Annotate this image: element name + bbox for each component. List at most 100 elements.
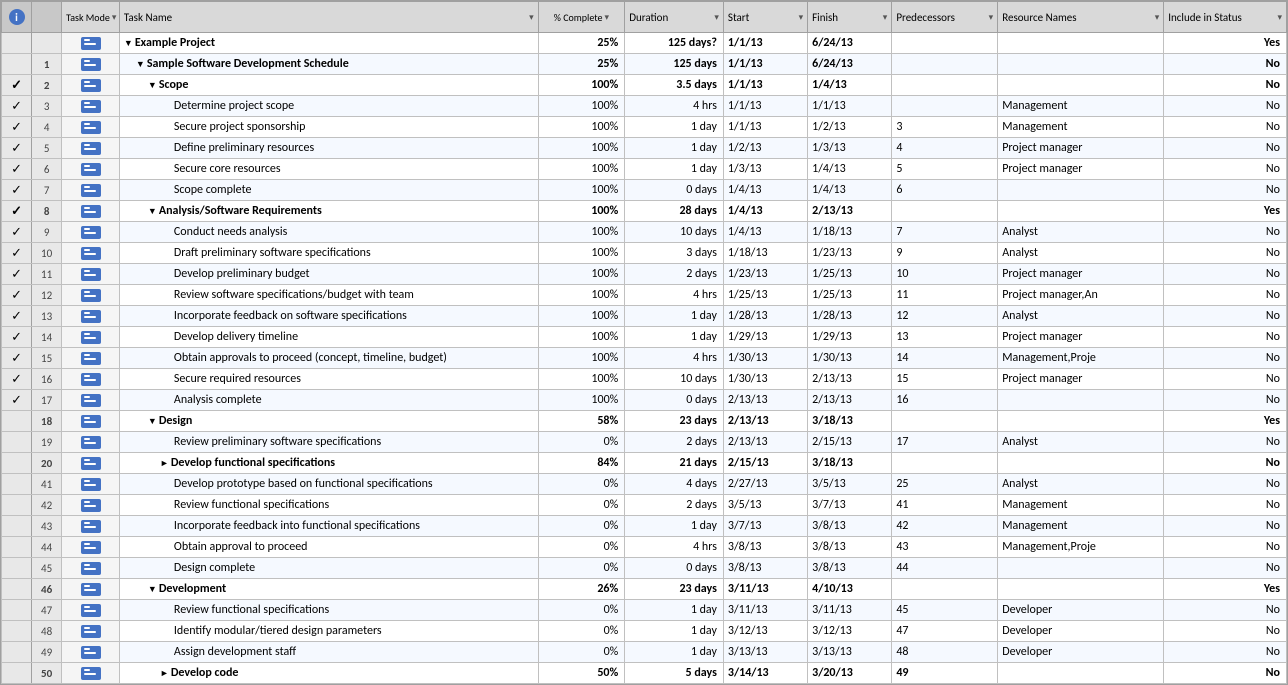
table-row: ✓12 Review software specifications/budge… xyxy=(2,285,1287,306)
finish-sort-arrow: ▾ xyxy=(883,12,888,23)
task-mode-cell xyxy=(62,663,120,684)
finish-cell: 2/13/13 xyxy=(808,201,892,222)
resource-names-cell: Project manager xyxy=(998,138,1164,159)
task-name-cell: ►Develop functional specifications xyxy=(119,453,538,474)
pct-complete-cell: 100% xyxy=(538,306,625,327)
checkmark-icon: ✓ xyxy=(11,393,22,408)
pct-complete-cell: 58% xyxy=(538,411,625,432)
row-number: 4 xyxy=(32,117,62,138)
collapse-icon[interactable]: ▼ xyxy=(136,59,145,70)
duration-cell: 1 day xyxy=(625,117,724,138)
task-name-text: Analysis complete xyxy=(174,393,262,407)
task-name-text: Review software specifications/budget wi… xyxy=(174,288,414,302)
task-mode-icon xyxy=(81,520,101,533)
start-cell: 1/1/13 xyxy=(723,96,807,117)
col-header-pred[interactable]: Predecessors ▾ xyxy=(892,2,998,33)
task-name-cell: Review functional specifications xyxy=(119,495,538,516)
pct-complete-cell: 100% xyxy=(538,138,625,159)
row-number: 19 xyxy=(32,432,62,453)
finish-cell: 3/11/13 xyxy=(808,600,892,621)
col-header-duration[interactable]: Duration ▾ xyxy=(625,2,724,33)
task-name-cell: Incorporate feedback into functional spe… xyxy=(119,516,538,537)
col-header-taskname[interactable]: Task Name ▾ xyxy=(119,2,538,33)
status-sort-arrow: ▾ xyxy=(1277,12,1282,23)
start-cell: 1/30/13 xyxy=(723,369,807,390)
task-name-cell: ▼Scope xyxy=(119,75,538,96)
finish-cell: 1/2/13 xyxy=(808,117,892,138)
col-header-pct[interactable]: % Complete ▾ xyxy=(538,2,625,33)
predecessors-cell: 5 xyxy=(892,159,998,180)
predecessors-cell: 14 xyxy=(892,348,998,369)
resource-names-cell: Analyst xyxy=(998,306,1164,327)
table-row: 45 Design complete0%0 days3/8/133/8/1344… xyxy=(2,558,1287,579)
collapse-icon[interactable]: ▼ xyxy=(148,584,157,595)
task-name-cell: Define preliminary resources xyxy=(119,138,538,159)
task-mode-cell xyxy=(62,348,120,369)
finish-cell: 1/1/13 xyxy=(808,96,892,117)
row-number: 44 xyxy=(32,537,62,558)
resource-names-cell: Analyst xyxy=(998,432,1164,453)
task-mode-cell xyxy=(62,579,120,600)
status-cell: No xyxy=(1164,558,1287,579)
finish-cell: 3/7/13 xyxy=(808,495,892,516)
check-cell: ✓ xyxy=(2,222,32,243)
task-name-cell: ►Develop code xyxy=(119,663,538,684)
expand-icon[interactable]: ► xyxy=(160,458,169,469)
table-row: ▼Example Project25%125 days?1/1/136/24/1… xyxy=(2,33,1287,54)
task-name-text: Example Project xyxy=(135,36,215,50)
col-header-mode[interactable]: Task Mode ▾ xyxy=(62,2,120,33)
pct-complete-cell: 100% xyxy=(538,159,625,180)
pct-complete-cell: 0% xyxy=(538,516,625,537)
task-mode-cell xyxy=(62,495,120,516)
checkmark-icon: ✓ xyxy=(11,141,22,156)
start-cell: 1/3/13 xyxy=(723,159,807,180)
task-mode-icon xyxy=(81,100,101,113)
resource-names-cell xyxy=(998,453,1164,474)
duration-cell: 125 days? xyxy=(625,33,724,54)
start-cell: 2/15/13 xyxy=(723,453,807,474)
col-header-finish[interactable]: Finish ▾ xyxy=(808,2,892,33)
status-cell: No xyxy=(1164,474,1287,495)
task-mode-cell xyxy=(62,642,120,663)
task-mode-cell xyxy=(62,453,120,474)
task-name-cell: Draft preliminary software specification… xyxy=(119,243,538,264)
collapse-icon[interactable]: ▼ xyxy=(124,38,133,49)
resource-names-cell: Developer xyxy=(998,621,1164,642)
duration-cell: 4 days xyxy=(625,474,724,495)
task-mode-cell xyxy=(62,117,120,138)
task-name-text: Obtain approval to proceed xyxy=(174,540,308,554)
pct-complete-cell: 0% xyxy=(538,621,625,642)
task-name-text: Analysis/Software Requirements xyxy=(159,204,322,218)
duration-cell: 10 days xyxy=(625,222,724,243)
col-header-start[interactable]: Start ▾ xyxy=(723,2,807,33)
duration-cell: 1 day xyxy=(625,327,724,348)
status-cell: Yes xyxy=(1164,411,1287,432)
task-name-cell: Conduct needs analysis xyxy=(119,222,538,243)
status-cell: No xyxy=(1164,453,1287,474)
collapse-icon[interactable]: ▼ xyxy=(148,206,157,217)
task-name-cell: Determine project scope xyxy=(119,96,538,117)
finish-cell: 3/8/13 xyxy=(808,558,892,579)
predecessors-cell: 3 xyxy=(892,117,998,138)
check-cell: ✓ xyxy=(2,96,32,117)
predecessors-cell xyxy=(892,54,998,75)
collapse-icon[interactable]: ▼ xyxy=(148,80,157,91)
check-cell: ✓ xyxy=(2,180,32,201)
task-name-text: Draft preliminary software specification… xyxy=(174,246,371,260)
expand-icon[interactable]: ► xyxy=(160,668,169,679)
check-cell: ✓ xyxy=(2,159,32,180)
col-header-status[interactable]: Include in Status ▾ xyxy=(1164,2,1287,33)
predecessors-cell xyxy=(892,33,998,54)
start-cell: 1/1/13 xyxy=(723,117,807,138)
task-mode-cell xyxy=(62,54,120,75)
task-name-text: Incorporate feedback on software specifi… xyxy=(174,309,407,323)
task-name-cell: Secure required resources xyxy=(119,369,538,390)
col-header-resource[interactable]: Resource Names ▾ xyxy=(998,2,1164,33)
task-name-cell: Obtain approvals to proceed (concept, ti… xyxy=(119,348,538,369)
finish-cell: 1/25/13 xyxy=(808,264,892,285)
pct-complete-cell: 100% xyxy=(538,201,625,222)
status-cell: No xyxy=(1164,243,1287,264)
resource-names-cell: Developer xyxy=(998,642,1164,663)
task-mode-cell xyxy=(62,180,120,201)
collapse-icon[interactable]: ▼ xyxy=(148,416,157,427)
